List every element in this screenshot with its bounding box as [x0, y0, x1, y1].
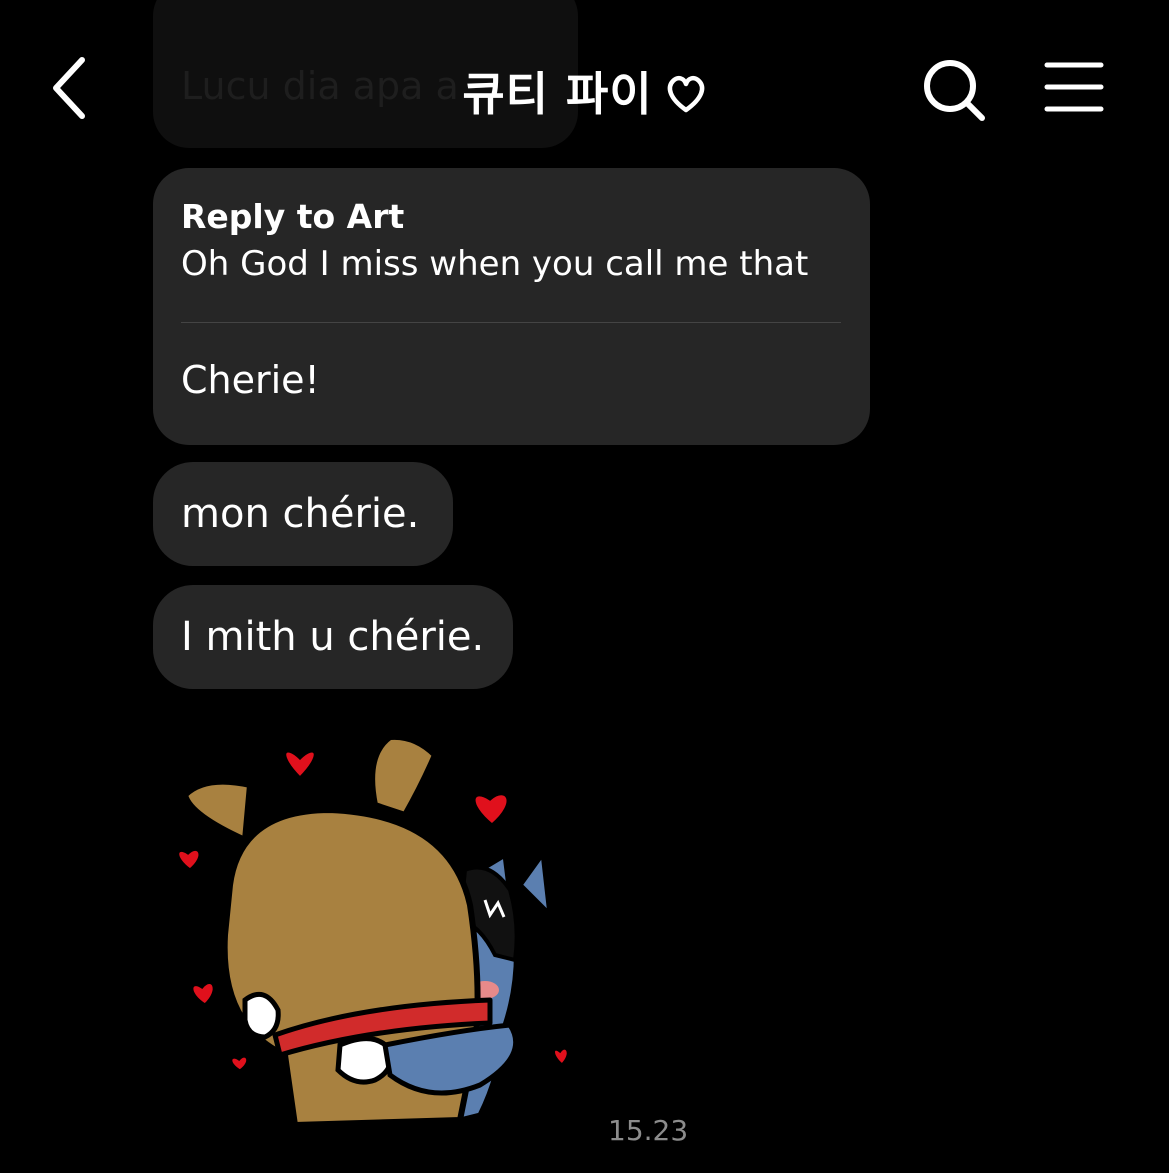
reply-message-text: Cherie!: [181, 358, 320, 402]
message-bubble[interactable]: I mith u chérie.: [153, 585, 513, 689]
reply-divider: [181, 322, 841, 323]
reply-label: Reply to Art: [181, 197, 405, 236]
message-bubble[interactable]: mon chérie.: [153, 462, 453, 566]
message-text: mon chérie.: [181, 491, 420, 537]
heart-icon: [552, 1046, 570, 1068]
hugging-characters-sticker[interactable]: N: [160, 725, 590, 1145]
reply-quoted-text: Oh God I miss when you call me that: [181, 244, 809, 284]
heart-icon: [472, 792, 510, 827]
message-timestamp: 15.23: [608, 1114, 689, 1147]
heart-icon: [229, 1054, 250, 1073]
chat-title: 큐티 파이: [0, 58, 1169, 124]
heart-icon: [176, 847, 202, 872]
reply-message-bubble[interactable]: Reply to Art Oh God I miss when you call…: [153, 168, 870, 445]
message-text: I mith u chérie.: [181, 614, 485, 660]
chat-title-text: 큐티 파이: [462, 67, 653, 121]
search-icon[interactable]: [920, 56, 990, 126]
svg-text:N: N: [525, 954, 547, 984]
chat-header: 큐티 파이: [0, 0, 1169, 150]
hamburger-menu-icon[interactable]: [1044, 60, 1104, 114]
heart-icon: [190, 981, 216, 1007]
heart-icon: [283, 749, 317, 781]
heart-outline-icon: [667, 75, 704, 112]
